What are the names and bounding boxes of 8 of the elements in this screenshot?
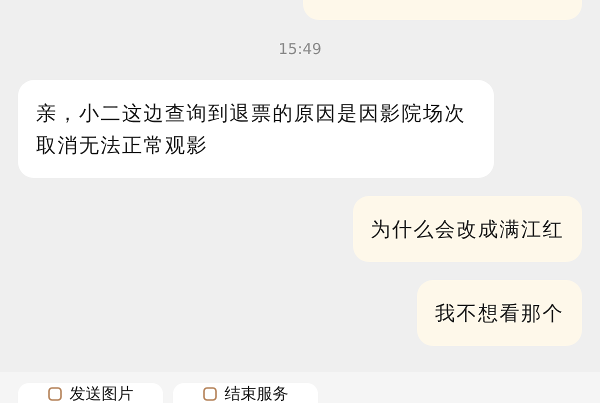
timestamp: 15:49 [278, 40, 322, 58]
square-icon [48, 387, 62, 401]
quick-action-button[interactable]: 发送图片 [18, 383, 163, 403]
square-icon [202, 387, 216, 401]
message-bubble: 亲，小二这边查询到退票的原因是因影院场次取消无法正常观影 [18, 80, 494, 178]
message-bubble: 为什么会改成满江红 [352, 196, 582, 262]
quick-action-button[interactable]: 结束服务 [173, 383, 318, 403]
message-bubble: 我不想看那个 [417, 280, 582, 346]
